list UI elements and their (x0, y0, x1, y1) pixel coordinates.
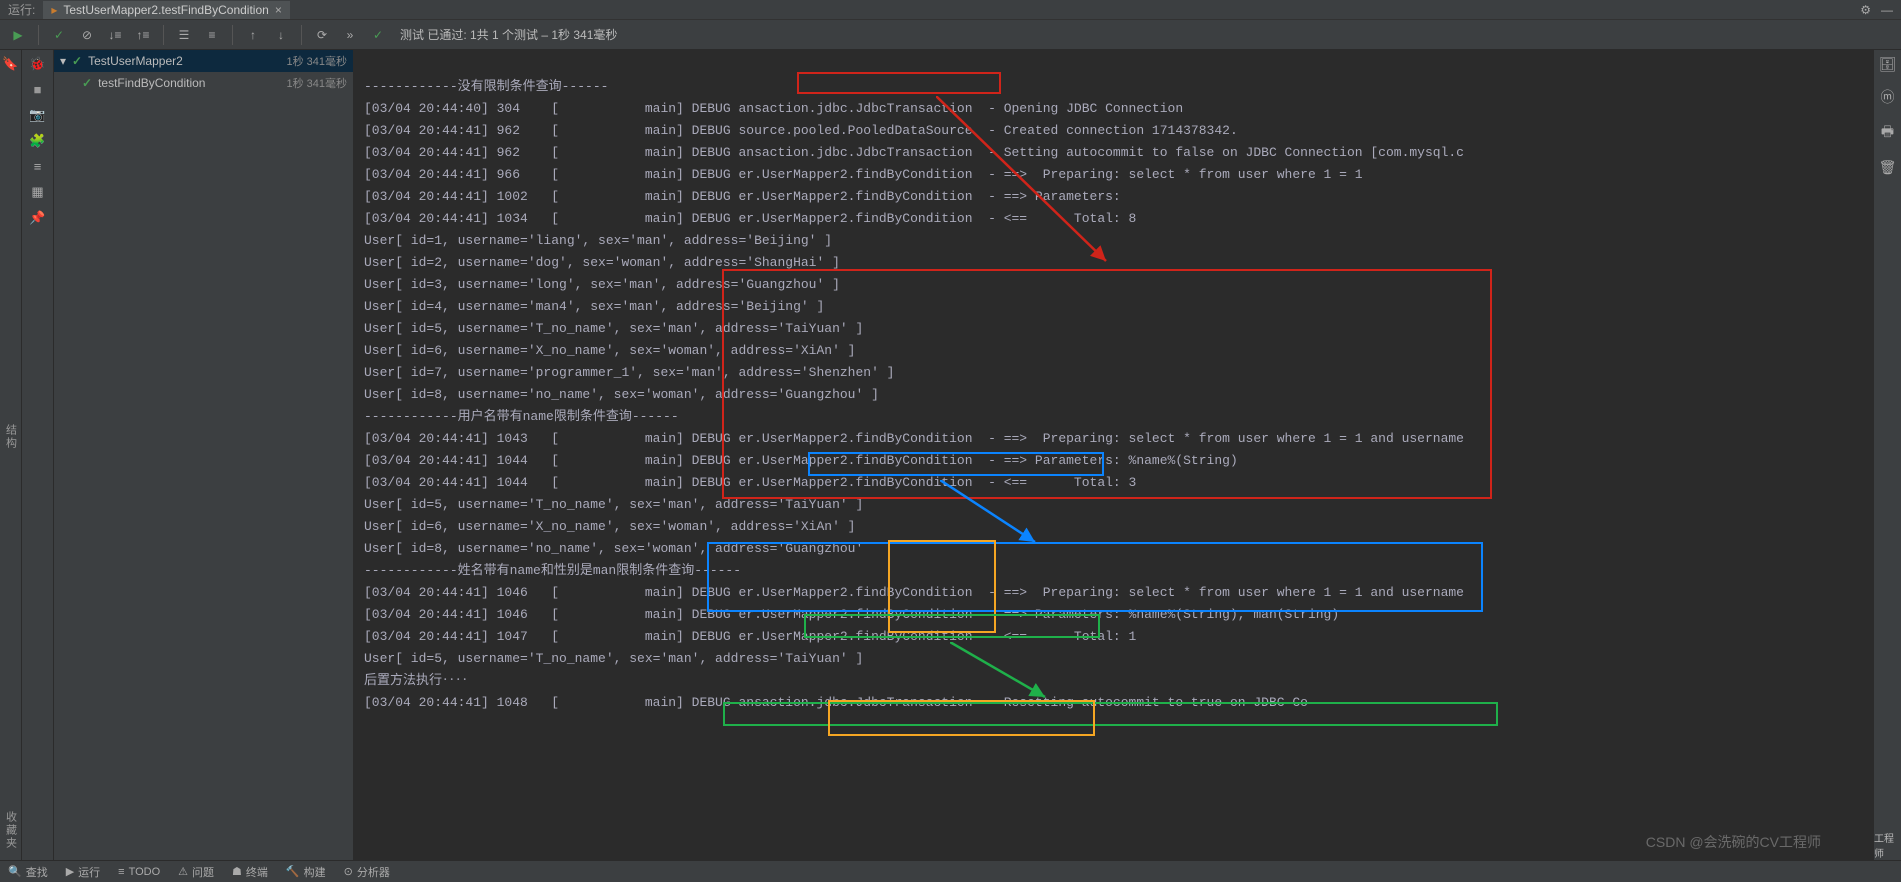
console-line: [03/04 20:44:41] 1044 [ main] DEBUG er.U… (364, 472, 1863, 494)
run-tab-title: TestUserMapper2.testFindByCondition (63, 3, 268, 17)
status-run[interactable]: ▶ 运行 (66, 864, 100, 880)
history-button[interactable]: ⟳ (310, 23, 334, 47)
bugs-icon[interactable]: 🧩 (29, 133, 45, 149)
up-button[interactable]: ↑ (241, 23, 265, 47)
console-line: [03/04 20:44:41] 962 [ main] DEBUG sourc… (364, 120, 1863, 142)
console-line: User[ id=1, username='liang', sex='man',… (364, 230, 1863, 252)
console-line: User[ id=5, username='T_no_name', sex='m… (364, 494, 1863, 516)
console-line: [03/04 20:44:41] 1044 [ main] DEBUG er.U… (364, 450, 1863, 472)
left-tool-strip: 🔖 结构 收藏夹 (0, 50, 22, 860)
console-output[interactable]: ------------没有限制条件查询------[03/04 20:44:4… (354, 50, 1873, 860)
console-line: [03/04 20:44:41] 1002 [ main] DEBUG er.U… (364, 186, 1863, 208)
test-status: 测试 已通过: 1共 1 个测试 – 1秒 341毫秒 (400, 26, 617, 43)
test-icon: ▸ (51, 3, 57, 17)
pass-icon: ✓ (72, 54, 82, 68)
database-icon[interactable]: 🗄 (1879, 56, 1897, 73)
print-icon[interactable]: 🖶 (1881, 121, 1894, 145)
down-button[interactable]: ↓ (269, 23, 293, 47)
console-line: User[ id=4, username='man4', sex='man', … (364, 296, 1863, 318)
console-line: [03/04 20:44:41] 1046 [ main] DEBUG er.U… (364, 604, 1863, 626)
test-tree: ▾ ✓ TestUserMapper2 1秒 341毫秒 ✓ testFindB… (54, 50, 354, 860)
maven-icon[interactable]: ⓜ (1881, 87, 1895, 107)
status-todo[interactable]: ≡ TODO (118, 866, 160, 878)
tree-icon[interactable]: ≡ (34, 159, 42, 174)
console-line: [03/04 20:44:41] 1043 [ main] DEBUG er.U… (364, 428, 1863, 450)
expand-button[interactable]: ☰ (172, 23, 196, 47)
run-label: 运行: (8, 1, 35, 18)
test-method-name: testFindByCondition (98, 76, 205, 90)
test-method-node[interactable]: ✓ testFindByCondition 1秒 341毫秒 (54, 72, 353, 94)
run-button[interactable]: ▶ (6, 23, 30, 47)
check-button[interactable]: ✓ (47, 23, 71, 47)
status-check-icon: ✓ (366, 23, 390, 47)
collapse-button[interactable]: ≡ (200, 23, 224, 47)
gear-icon[interactable]: ⚙ (1860, 3, 1871, 17)
sort-up-icon[interactable]: ↑≡ (131, 23, 155, 47)
minimize-icon[interactable]: — (1881, 3, 1893, 17)
status-problems[interactable]: ⚠ 问题 (178, 864, 214, 880)
console-line: ------------姓名带有name和性别是man限制条件查询------ (364, 560, 1863, 582)
test-method-duration: 1秒 341毫秒 (286, 75, 347, 91)
console-line: 后置方法执行‥‥ (364, 670, 1863, 692)
right-watermark: 工程师 (1874, 830, 1901, 860)
console-line: User[ id=5, username='T_no_name', sex='m… (364, 318, 1863, 340)
bookmark-icon[interactable]: 🔖 (2, 56, 18, 72)
console-line: [03/04 20:44:41] 1048 [ main] DEBUG ansa… (364, 692, 1863, 714)
more-button[interactable]: » (338, 23, 362, 47)
disable-button[interactable]: ⊘ (75, 23, 99, 47)
chevron-down-icon: ▾ (60, 54, 66, 68)
status-search[interactable]: 🔍 查找 (8, 864, 48, 880)
run-tab[interactable]: ▸ TestUserMapper2.testFindByCondition × (43, 1, 289, 19)
console-line: [03/04 20:44:41] 966 [ main] DEBUG er.Us… (364, 164, 1863, 186)
pin-icon[interactable]: 📌 (29, 210, 45, 226)
debug-icon[interactable]: 🐞 (29, 56, 45, 72)
console-line: [03/04 20:44:40] 304 [ main] DEBUG ansac… (364, 98, 1863, 120)
console-line: [03/04 20:44:41] 1046 [ main] DEBUG er.U… (364, 582, 1863, 604)
test-toolbar: ▶ ✓ ⊘ ↓≡ ↑≡ ☰ ≡ ↑ ↓ ⟳ » ✓ 测试 已通过: 1共 1 个… (0, 20, 1901, 50)
test-class-name: TestUserMapper2 (88, 54, 183, 68)
test-class-node[interactable]: ▾ ✓ TestUserMapper2 1秒 341毫秒 (54, 50, 353, 72)
console-line: User[ id=6, username='X_no_name', sex='w… (364, 340, 1863, 362)
run-gutter: 🐞 ■ 📷 🧩 ≡ ▦ 📌 (22, 50, 54, 860)
status-profiler[interactable]: ⊙ 分析器 (344, 864, 390, 880)
title-bar: 运行: ▸ TestUserMapper2.testFindByConditio… (0, 0, 1901, 20)
delete-icon[interactable]: 🗑 (1879, 159, 1897, 176)
pass-icon: ✓ (82, 76, 92, 90)
console-line: [03/04 20:44:41] 1034 [ main] DEBUG er.U… (364, 208, 1863, 230)
sort-down-icon[interactable]: ↓≡ (103, 23, 127, 47)
favorites-tab[interactable]: 收藏夹 (3, 811, 19, 850)
console-line: User[ id=2, username='dog', sex='woman',… (364, 252, 1863, 274)
console-line: ------------没有限制条件查询------ (364, 76, 1863, 98)
test-class-duration: 1秒 341毫秒 (286, 53, 347, 69)
layout-icon[interactable]: ▦ (31, 184, 43, 200)
console-line (364, 54, 1863, 76)
console-line: [03/04 20:44:41] 1047 [ main] DEBUG er.U… (364, 626, 1863, 648)
stop-icon[interactable]: ■ (34, 82, 42, 97)
camera-icon[interactable]: 📷 (29, 107, 45, 123)
console-line: User[ id=3, username='long', sex='man', … (364, 274, 1863, 296)
console-line: [03/04 20:44:41] 962 [ main] DEBUG ansac… (364, 142, 1863, 164)
close-icon[interactable]: × (275, 3, 282, 17)
status-build[interactable]: 🔨 构建 (286, 864, 326, 880)
console-line: ------------用户名带有name限制条件查询------ (364, 406, 1863, 428)
structure-tab[interactable]: 结构 (3, 424, 19, 450)
console-line: User[ id=8, username='no_name', sex='wom… (364, 384, 1863, 406)
console-line: User[ id=5, username='T_no_name', sex='m… (364, 648, 1863, 670)
status-terminal[interactable]: ☗ 终端 (232, 864, 268, 880)
right-tool-strip: 🗄 ⓜ 🖶 🗑 工程师 (1873, 50, 1901, 860)
console-line: User[ id=6, username='X_no_name', sex='w… (364, 516, 1863, 538)
status-bar: 🔍 查找 ▶ 运行 ≡ TODO ⚠ 问题 ☗ 终端 🔨 构建 ⊙ 分析器 (0, 860, 1901, 882)
console-line: User[ id=7, username='programmer_1', sex… (364, 362, 1863, 384)
console-line: User[ id=8, username='no_name', sex='wom… (364, 538, 1863, 560)
